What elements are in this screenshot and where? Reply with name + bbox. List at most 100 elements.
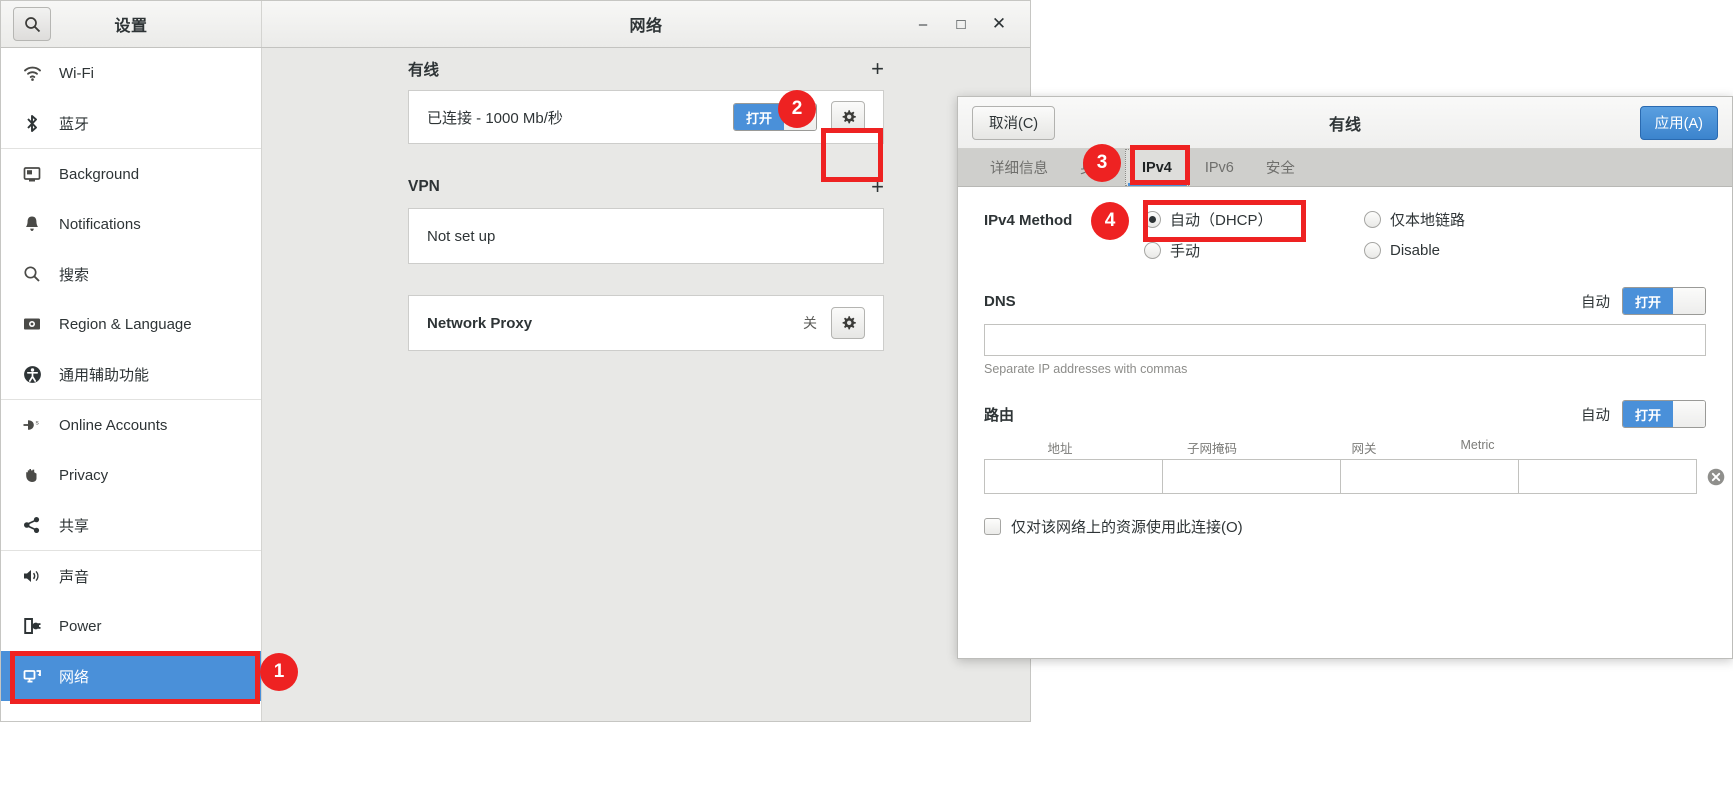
route-metric-input[interactable] (1518, 459, 1697, 494)
wired-section-header: 有线 + (408, 48, 884, 80)
wifi-icon (21, 65, 43, 82)
power-icon (21, 617, 43, 635)
sidebar-item-label: 蓝牙 (59, 115, 90, 133)
vpn-section-header: VPN + (408, 144, 884, 198)
wired-toggle-on-label: 打开 (734, 104, 784, 130)
settings-body: Wi-Fi 蓝牙 Background Notifications 搜索 Reg… (1, 48, 1030, 721)
sidebar-item-accessibility[interactable]: 通用辅助功能 (1, 349, 261, 399)
wired-status-label: 已连接 - 1000 Mb/秒 (427, 109, 563, 127)
sidebar-item-label: Notifications (59, 215, 141, 233)
vpn-section-title: VPN (408, 178, 440, 195)
sidebar-item-online-accounts[interactable]: s Online Accounts (1, 400, 261, 450)
tab-details[interactable]: 详细信息 (974, 149, 1064, 186)
sidebar-item-label: 网络 (59, 668, 90, 686)
notifications-icon (21, 215, 43, 233)
sidebar-item-power[interactable]: Power (1, 601, 261, 651)
routes-toggle-on-label: 打开 (1623, 401, 1673, 427)
clear-icon[interactable] (1706, 459, 1726, 494)
dns-toggle-knob (1673, 288, 1705, 314)
annotation-badge-4: 4 (1091, 202, 1129, 240)
routes-header: 路由 自动 打开 (984, 400, 1706, 428)
sidebar-item-wifi[interactable]: Wi-Fi (1, 48, 261, 98)
sidebar-item-privacy[interactable]: Privacy (1, 450, 261, 500)
sidebar-item-sound[interactable]: 声音 (1, 551, 261, 601)
apply-button[interactable]: 应用(A) (1639, 105, 1718, 140)
dns-auto-controls: 自动 打开 (1581, 287, 1706, 315)
dns-header: DNS 自动 打开 (984, 287, 1706, 315)
sidebar: Wi-Fi 蓝牙 Background Notifications 搜索 Reg… (1, 48, 262, 721)
radio-automatic-dhcp[interactable]: 自动（DHCP） (1144, 209, 1364, 230)
add-wired-button[interactable]: + (871, 58, 884, 80)
sidebar-item-bluetooth[interactable]: 蓝牙 (1, 98, 261, 148)
dns-title: DNS (984, 292, 1016, 310)
close-icon[interactable]: ✕ (982, 9, 1016, 39)
route-netmask-input[interactable] (1162, 459, 1341, 494)
radio-indicator (1364, 242, 1381, 259)
search-icon (21, 265, 43, 283)
vpn-status-label: Not set up (427, 227, 496, 245)
maximize-icon[interactable]: □ (944, 9, 978, 39)
sidebar-item-network[interactable]: 网络 (1, 651, 261, 701)
radio-indicator (1144, 211, 1161, 228)
radio-link-local-only[interactable]: 仅本地链路 (1364, 209, 1584, 230)
restrict-connection-checkbox[interactable] (984, 518, 1001, 535)
radio-label: 仅本地链路 (1390, 212, 1466, 229)
table-row (984, 459, 1725, 494)
sidebar-item-label: 通用辅助功能 (59, 366, 150, 384)
settings-titlebar: 设置 网络 – □ ✕ (1, 1, 1030, 48)
annotation-badge-3: 3 (1083, 144, 1121, 182)
network-icon (21, 668, 43, 685)
network-proxy-label: Network Proxy (427, 314, 533, 332)
sidebar-item-label: 共享 (59, 517, 90, 535)
proxy-controls: 关 (803, 307, 865, 339)
tab-security[interactable]: 安全 (1250, 149, 1311, 186)
routes-toggle-knob (1673, 401, 1705, 427)
network-proxy-row[interactable]: Network Proxy 关 (408, 295, 884, 351)
screenshot-root: 设置 网络 – □ ✕ Wi-Fi 蓝牙 Background Notifica… (0, 0, 1733, 802)
search-icon[interactable] (13, 7, 51, 41)
sidebar-item-label: 搜索 (59, 266, 90, 284)
sidebar-item-label: Background (59, 165, 140, 183)
wired-settings-gear-icon[interactable] (831, 101, 865, 133)
sidebar-item-label: Wi-Fi (59, 64, 94, 82)
add-vpn-button[interactable]: + (871, 176, 884, 198)
routes-col-address: 地址 (1047, 442, 1073, 456)
sharing-icon (21, 516, 43, 534)
sidebar-item-region-language[interactable]: Region & Language (1, 299, 261, 349)
radio-label: 自动（DHCP） (1170, 212, 1273, 229)
titlebar-right: 网络 – □ ✕ (262, 1, 1030, 47)
dns-auto-toggle[interactable]: 打开 (1622, 287, 1706, 315)
svg-text:s: s (36, 420, 40, 427)
titlebar-left: 设置 (1, 1, 262, 47)
sidebar-item-label: 声音 (59, 568, 90, 586)
radio-disable[interactable]: Disable (1364, 240, 1584, 261)
dns-input[interactable] (984, 324, 1706, 356)
sound-icon (21, 568, 43, 584)
routes-auto-controls: 自动 打开 (1581, 400, 1706, 428)
sidebar-item-sharing[interactable]: 共享 (1, 500, 261, 550)
app-title: 设置 (114, 18, 148, 35)
route-address-input[interactable] (984, 459, 1163, 494)
radio-indicator (1364, 211, 1381, 228)
sidebar-item-label: Power (59, 617, 102, 635)
restrict-connection-checkbox-row[interactable]: 仅对该网络上的资源使用此连接(O) (984, 516, 1706, 537)
tab-ipv6[interactable]: IPv6 (1189, 149, 1250, 186)
privacy-icon (21, 466, 43, 484)
settings-window: 设置 网络 – □ ✕ Wi-Fi 蓝牙 Background Notifica… (0, 0, 1031, 722)
dialog-body: IPv4 Method 自动（DHCP） 仅本地链路 手动 Disable DN… (958, 187, 1732, 658)
wired-settings-dialog: 取消(C) 有线 应用(A) 详细信息 身份 IPv4 IPv6 安全 IPv4… (957, 96, 1733, 659)
bluetooth-icon (21, 114, 43, 133)
routes-auto-toggle[interactable]: 打开 (1622, 400, 1706, 428)
sidebar-item-background[interactable]: Background (1, 149, 261, 199)
vpn-row[interactable]: Not set up (408, 208, 884, 264)
radio-manual[interactable]: 手动 (1144, 240, 1364, 261)
minimize-icon[interactable]: – (906, 9, 940, 39)
sidebar-item-notifications[interactable]: Notifications (1, 199, 261, 249)
proxy-settings-gear-icon[interactable] (831, 307, 865, 339)
routes-section: 路由 自动 打开 地址 子网掩码 网关 Metric 仅对该网络上的资源使用此连… (984, 400, 1725, 537)
route-gateway-input[interactable] (1340, 459, 1519, 494)
tab-ipv4[interactable]: IPv4 (1125, 149, 1189, 186)
sidebar-item-search[interactable]: 搜索 (1, 249, 261, 299)
routes-auto-label: 自动 (1581, 407, 1610, 424)
dialog-header: 取消(C) 有线 应用(A) (958, 97, 1732, 149)
